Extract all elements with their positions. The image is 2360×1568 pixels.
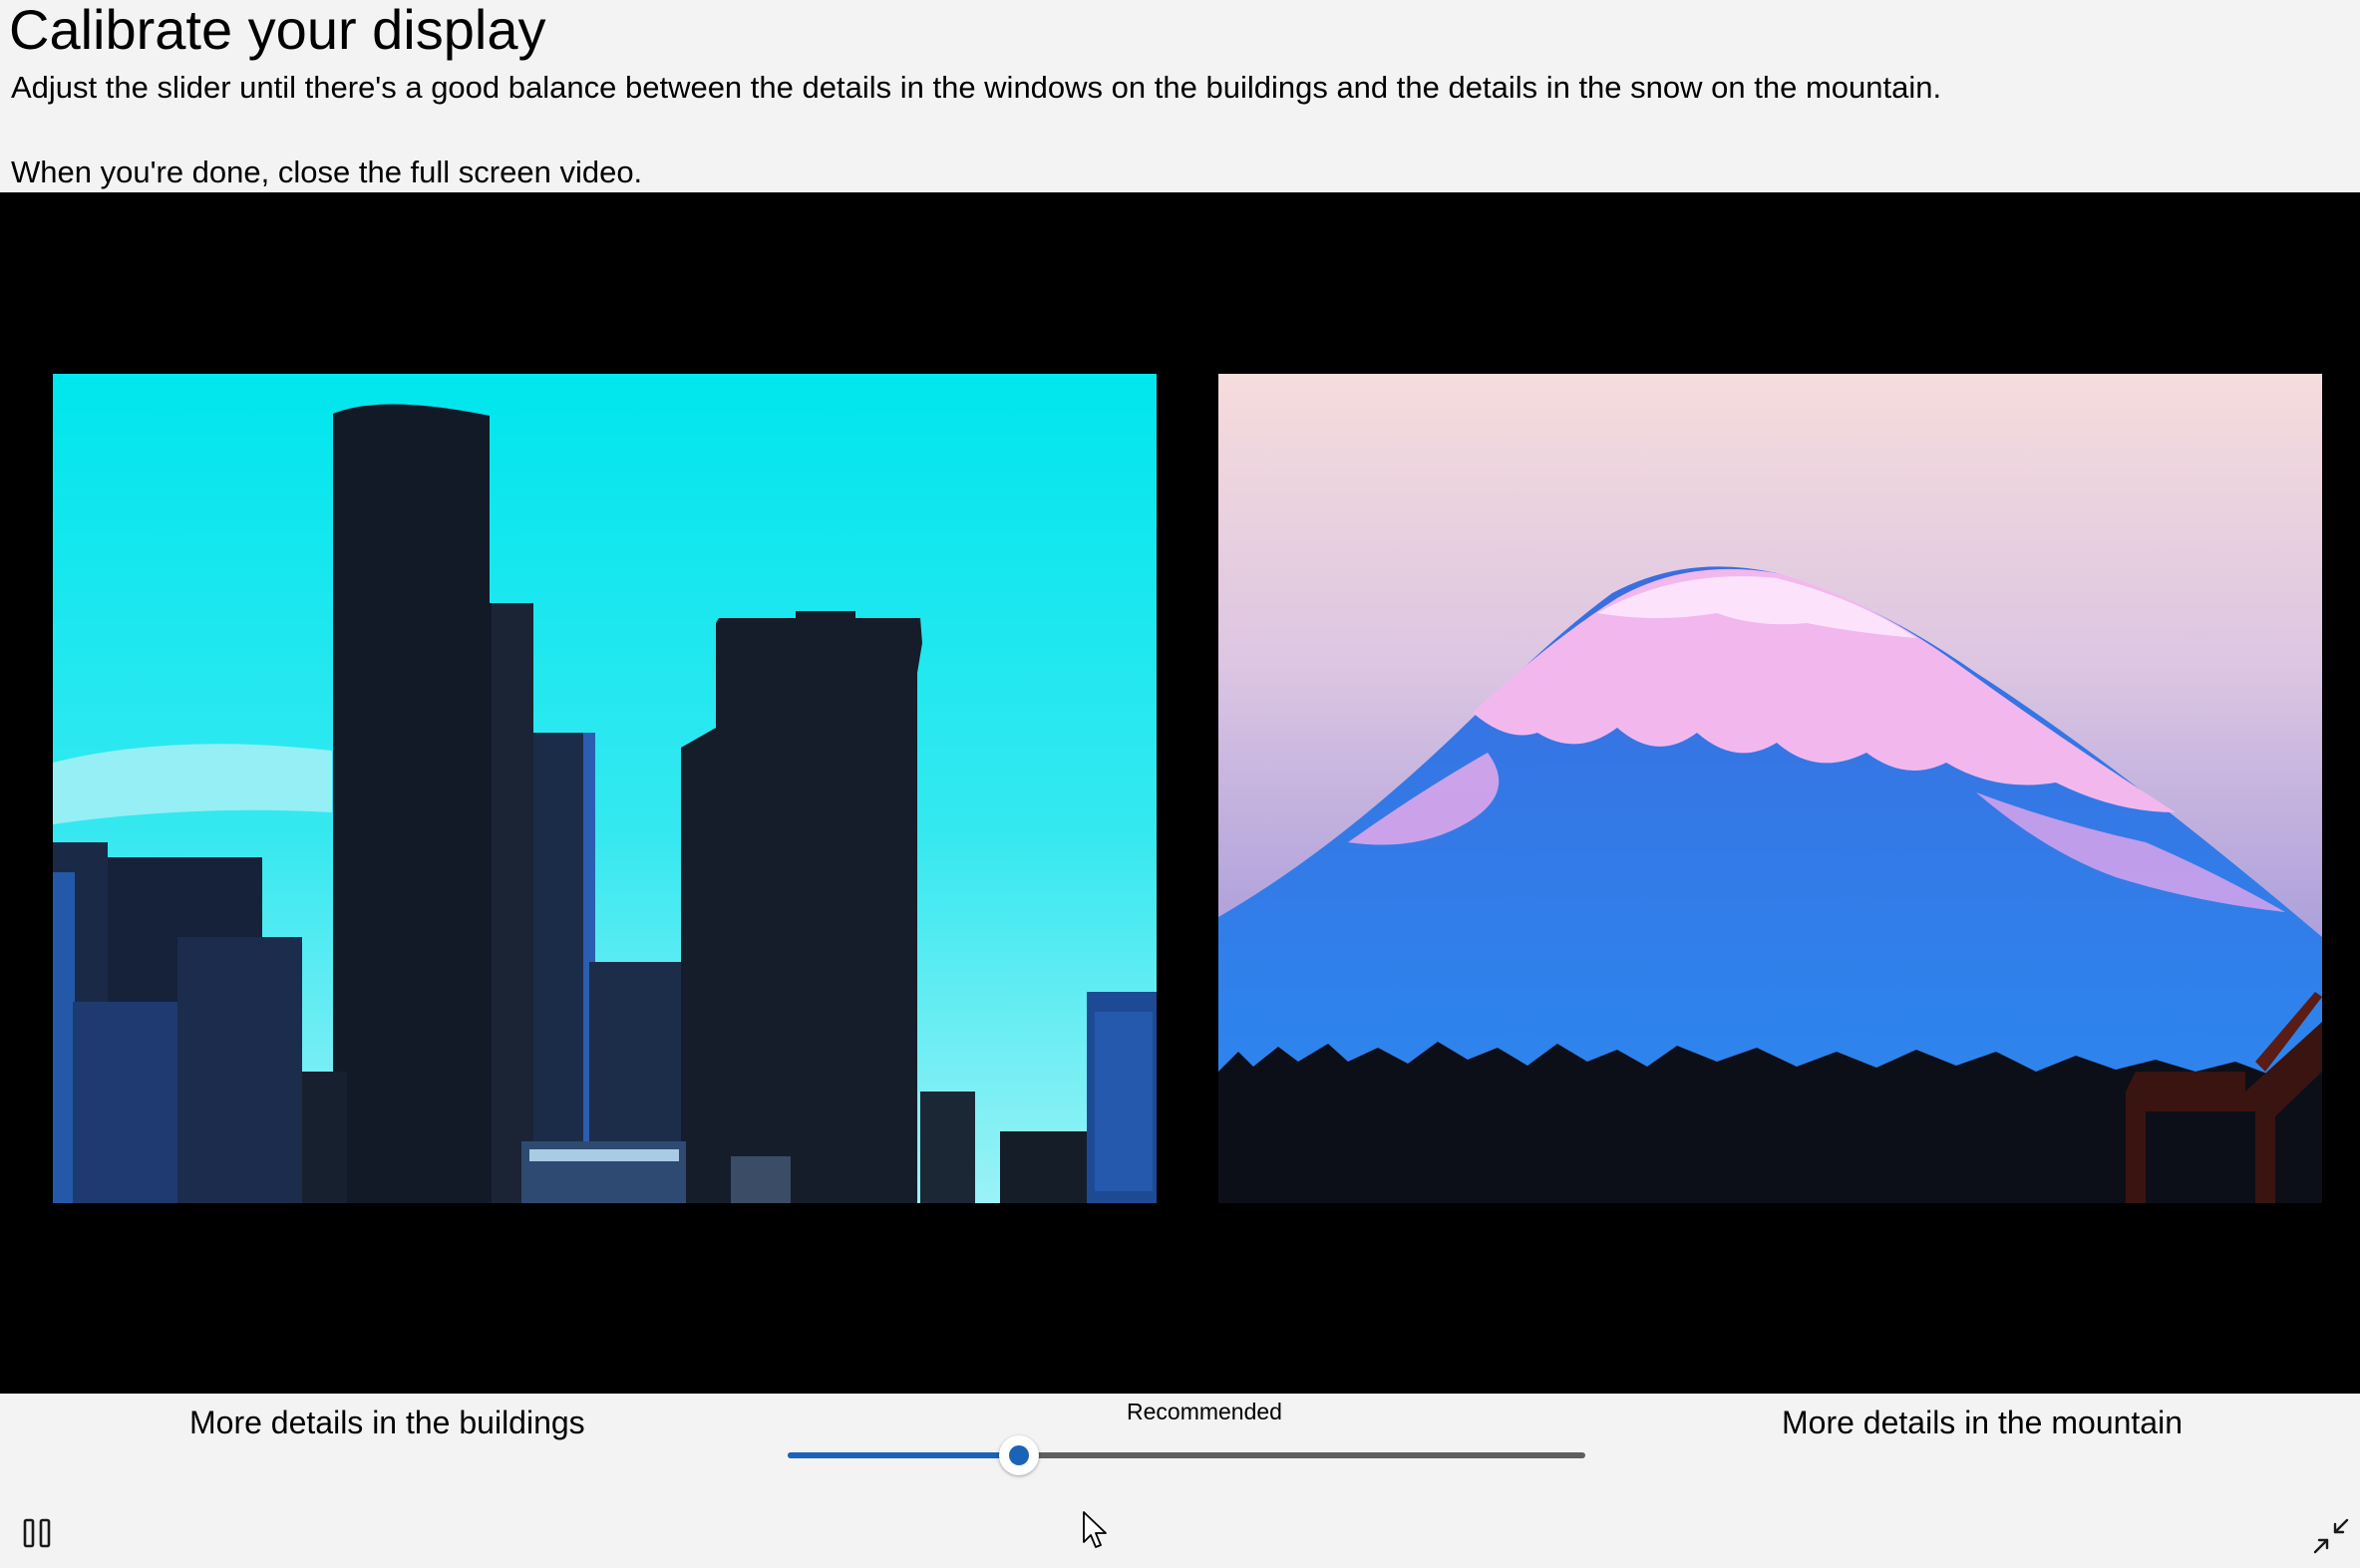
recommended-marker-label: Recommended (1127, 1399, 1282, 1424)
mouse-cursor-icon (1082, 1510, 1112, 1552)
instruction-text: Adjust the slider until there's a good b… (11, 70, 1942, 105)
page-title: Calibrate your display (9, 0, 546, 61)
brightness-balance-slider[interactable] (788, 1435, 1585, 1475)
calibrate-display-page: Calibrate your display Adjust the slider… (0, 0, 2360, 1568)
pause-button[interactable] (16, 1511, 60, 1555)
city-buildings-image (53, 374, 1157, 1203)
pause-icon (23, 1518, 51, 1548)
instruction-close-text: When you're done, close the full screen … (11, 155, 643, 189)
slider-fill (788, 1452, 1019, 1458)
snow-mountain-image (1218, 374, 2322, 1203)
calibration-controls: More details in the buildings Recommende… (0, 1394, 2360, 1568)
exit-fullscreen-button[interactable] (2311, 1516, 2351, 1556)
header: Calibrate your display Adjust the slider… (0, 0, 2360, 192)
slider-thumb[interactable] (999, 1435, 1039, 1475)
exit-fullscreen-icon (2313, 1518, 2349, 1554)
slider-left-label: More details in the buildings (189, 1405, 585, 1440)
calibration-video[interactable] (0, 192, 2360, 1394)
slider-right-label: More details in the mountain (1782, 1405, 2183, 1440)
